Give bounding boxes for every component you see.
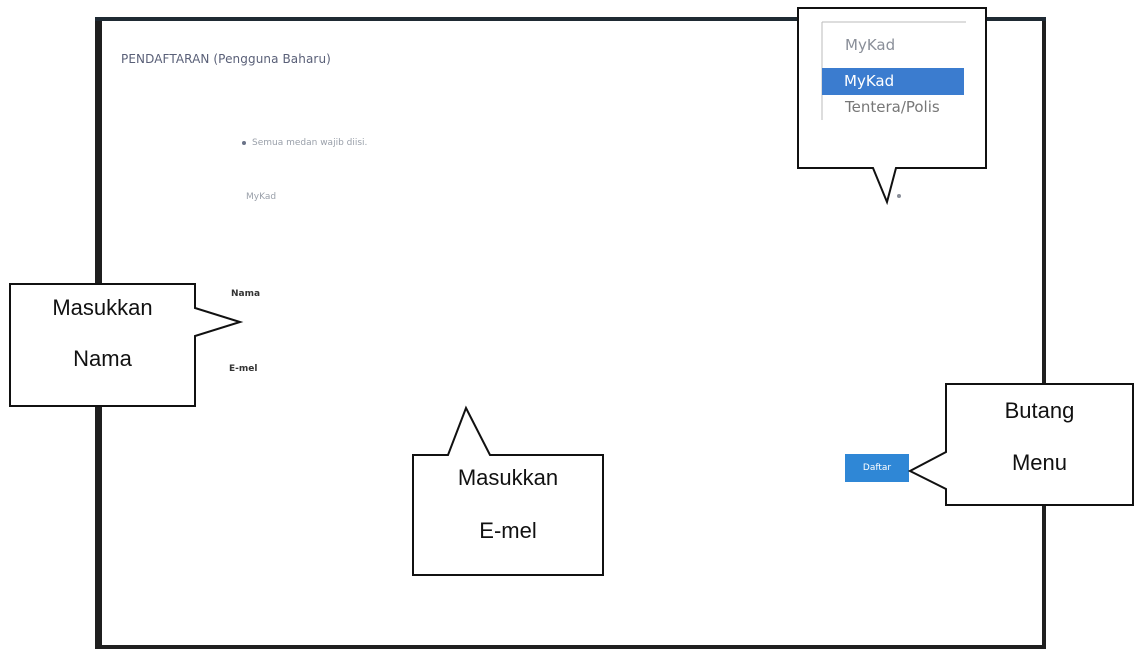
email-callout-line2: E-mel — [479, 518, 537, 543]
button-callout-line1: Butang — [1004, 398, 1075, 423]
dropdown-current-value[interactable]: MyKad — [845, 36, 895, 54]
callout-shapes — [9, 7, 1134, 576]
dropdown-option-tentera-polis[interactable]: Tentera/Polis — [845, 98, 940, 116]
email-callout-shape — [412, 405, 604, 576]
name-callout-line2: Nama — [73, 346, 132, 371]
button-callout-line2: Menu — [1011, 450, 1068, 475]
email-callout-line1: Masukkan — [457, 465, 559, 490]
name-callout-line1: Masukkan — [52, 295, 153, 320]
dropdown-option-mykad[interactable]: MyKad — [822, 68, 964, 95]
